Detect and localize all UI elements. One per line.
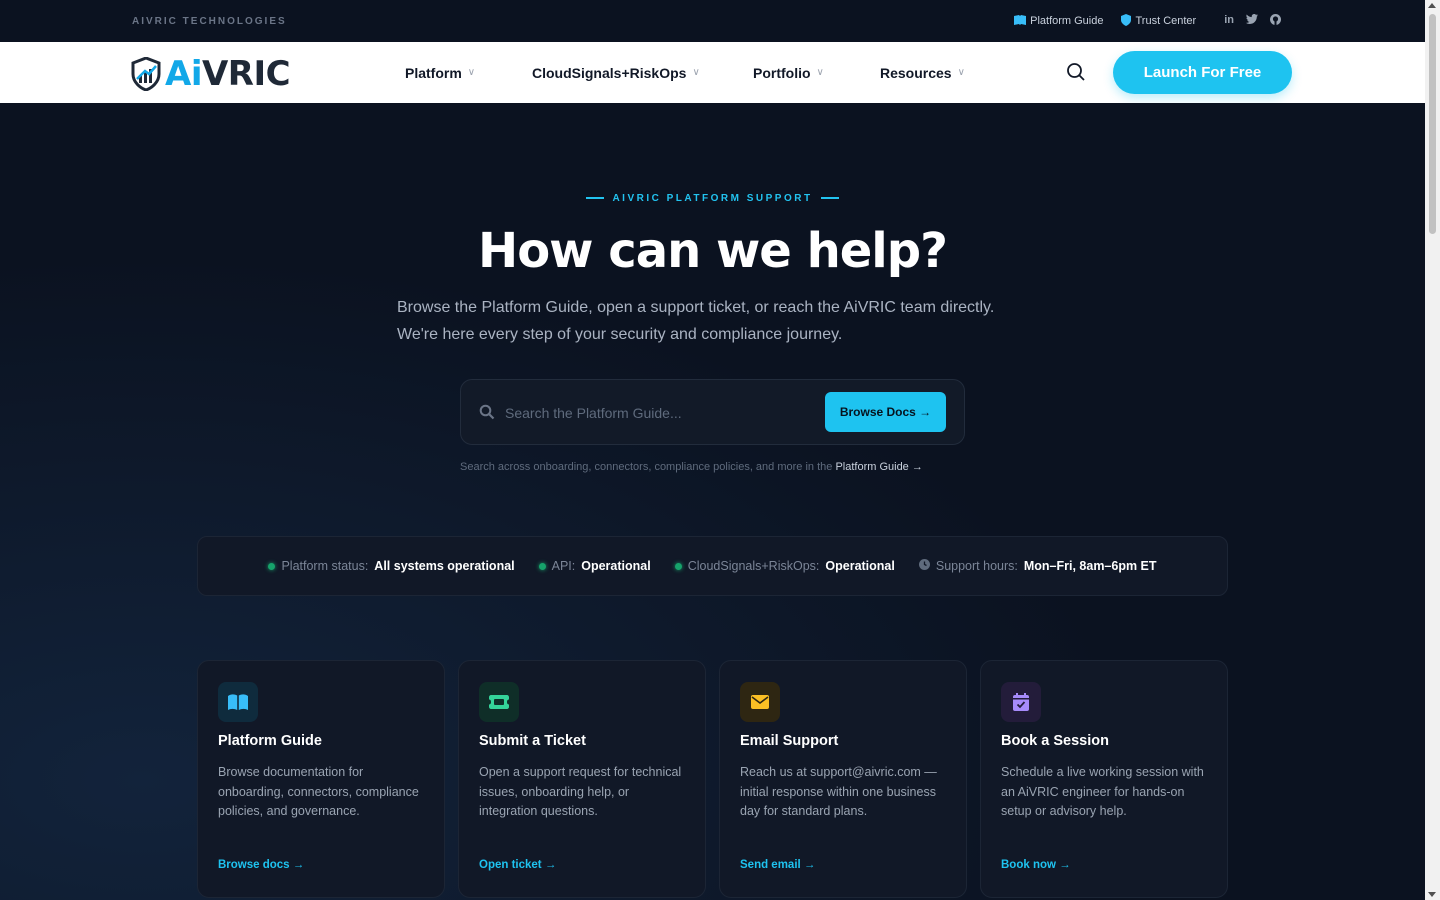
status-value: Operational: [581, 559, 651, 573]
utility-links: Platform Guide Trust Center in: [1014, 13, 1281, 29]
hero-subtitle: Browse the Platform Guide, open a suppor…: [397, 299, 995, 343]
book-icon: [218, 682, 258, 722]
shield-icon: [1121, 13, 1132, 29]
nav-resources-label: Resources: [880, 64, 952, 81]
page-title: How can we help?: [478, 223, 948, 279]
eyebrow-line-right: [820, 197, 839, 200]
nav-portfolio-label: Portfolio: [753, 64, 811, 81]
status-dot-icon: [674, 562, 682, 570]
clock-icon: [918, 559, 930, 573]
scroll-up-arrow[interactable]: [1428, 3, 1436, 8]
logo-shield-icon: [131, 57, 161, 91]
status-value: Operational: [825, 559, 895, 573]
search-hint: Search across onboarding, connectors, co…: [460, 461, 1060, 473]
github-icon[interactable]: [1270, 14, 1281, 28]
docs-search-input[interactable]: [505, 398, 815, 428]
eyebrow-text: AIVRIC PLATFORM SUPPORT: [612, 193, 813, 204]
trust-center-link[interactable]: Trust Center: [1121, 13, 1197, 29]
card-title: Submit a Ticket: [479, 733, 586, 749]
card-title: Platform Guide: [218, 733, 322, 749]
nav-cloudsignals-label: CloudSignals+RiskOps: [532, 64, 687, 81]
status-dot-icon: [268, 562, 276, 570]
status-api: API: Operational: [538, 559, 651, 573]
social-links: in: [1224, 14, 1281, 28]
nav-portfolio[interactable]: Portfolio ∨: [753, 65, 824, 81]
main-header: AiVRIC Platform ∨ CloudSignals+RiskOps ∨…: [0, 42, 1425, 103]
card-title: Book a Session: [1001, 733, 1109, 749]
card-platform-guide[interactable]: Platform Guide Browse documentation for …: [197, 660, 445, 898]
nav-cloudsignals[interactable]: CloudSignals+RiskOps ∨: [532, 65, 700, 81]
status-platform: Platform status: All systems operational: [268, 559, 515, 573]
aivric-logo[interactable]: AiVRIC: [131, 54, 291, 94]
twitter-icon[interactable]: [1246, 14, 1258, 28]
status-label: Support hours:: [935, 559, 1018, 573]
docs-search-box: Browse Docs →: [460, 379, 965, 445]
eyebrow-line-left: [586, 197, 605, 200]
status-value: Mon–Fri, 8am–6pm ET: [1023, 559, 1157, 573]
status-dot-icon: [538, 562, 546, 570]
logo-vric: VRIC: [201, 54, 291, 94]
card-description: Browse documentation for onboarding, con…: [218, 765, 419, 818]
logo-ai: Ai: [165, 54, 202, 94]
platform-guide-hint-link[interactable]: Platform Guide →: [835, 461, 922, 473]
browse-docs-button[interactable]: Browse Docs →: [825, 392, 946, 432]
card-description: Reach us at support@aivric.com — initial…: [740, 765, 937, 818]
card-description: Schedule a live working session with an …: [1001, 765, 1204, 818]
card-book-session[interactable]: Book a Session Schedule a live working s…: [980, 660, 1228, 898]
status-support-hours: Support hours: Mon–Fri, 8am–6pm ET: [918, 559, 1157, 573]
status-label: CloudSignals+RiskOps:: [687, 559, 820, 573]
ticket-icon: [479, 682, 519, 722]
send-email-link[interactable]: Send email →: [740, 859, 815, 871]
support-options: Platform Guide Browse documentation for …: [197, 660, 1228, 898]
chevron-down-icon: ∨: [816, 67, 824, 78]
eyebrow: AIVRIC PLATFORM SUPPORT: [0, 193, 1425, 204]
page-scrollbar[interactable]: [1425, 0, 1440, 900]
launch-for-free-button[interactable]: Launch For Free: [1113, 51, 1292, 94]
status-value: All systems operational: [374, 559, 515, 573]
browse-docs-link[interactable]: Browse docs →: [218, 859, 304, 871]
nav-platform[interactable]: Platform ∨: [405, 65, 475, 81]
card-title: Email Support: [740, 733, 839, 749]
platform-guide-label: Platform Guide: [1030, 15, 1104, 27]
search-icon: [479, 404, 495, 420]
status-label: Platform status:: [281, 559, 369, 573]
logo-wordmark: AiVRIC: [165, 54, 291, 94]
nav-platform-label: Platform: [405, 64, 462, 81]
card-description: Open a support request for technical iss…: [479, 765, 682, 818]
platform-status-bar: Platform status: All systems operational…: [197, 536, 1228, 596]
company-name: AIVRIC TECHNOLOGIES: [132, 15, 287, 27]
book-now-link[interactable]: Book now →: [1001, 859, 1071, 871]
status-cloudsignals: CloudSignals+RiskOps: Operational: [674, 559, 895, 573]
card-submit-ticket[interactable]: Submit a Ticket Open a support request f…: [458, 660, 706, 898]
book-icon: [1014, 14, 1027, 28]
status-label: API:: [551, 559, 576, 573]
chevron-down-icon: ∨: [692, 67, 700, 78]
scroll-down-arrow[interactable]: [1428, 892, 1436, 897]
search-hint-text: Search across onboarding, connectors, co…: [460, 461, 836, 473]
linkedin-icon[interactable]: in: [1224, 14, 1234, 28]
mail-icon: [740, 682, 780, 722]
nav-resources[interactable]: Resources ∨: [880, 65, 965, 81]
platform-guide-link[interactable]: Platform Guide: [1014, 14, 1104, 28]
calendar-icon: [1001, 682, 1041, 722]
open-ticket-link[interactable]: Open ticket →: [479, 859, 556, 871]
scroll-thumb[interactable]: [1429, 14, 1436, 234]
chevron-down-icon: ∨: [467, 67, 476, 78]
chevron-down-icon: ∨: [957, 67, 965, 78]
header-search-icon[interactable]: [1066, 62, 1086, 82]
trust-center-label: Trust Center: [1135, 15, 1197, 27]
card-email-support[interactable]: Email Support Reach us at support@aivric…: [719, 660, 967, 898]
support-hero: AIVRIC PLATFORM SUPPORT How can we help?…: [0, 103, 1425, 900]
top-utility-bar: AIVRIC TECHNOLOGIES Platform Guide Trust…: [0, 0, 1425, 42]
